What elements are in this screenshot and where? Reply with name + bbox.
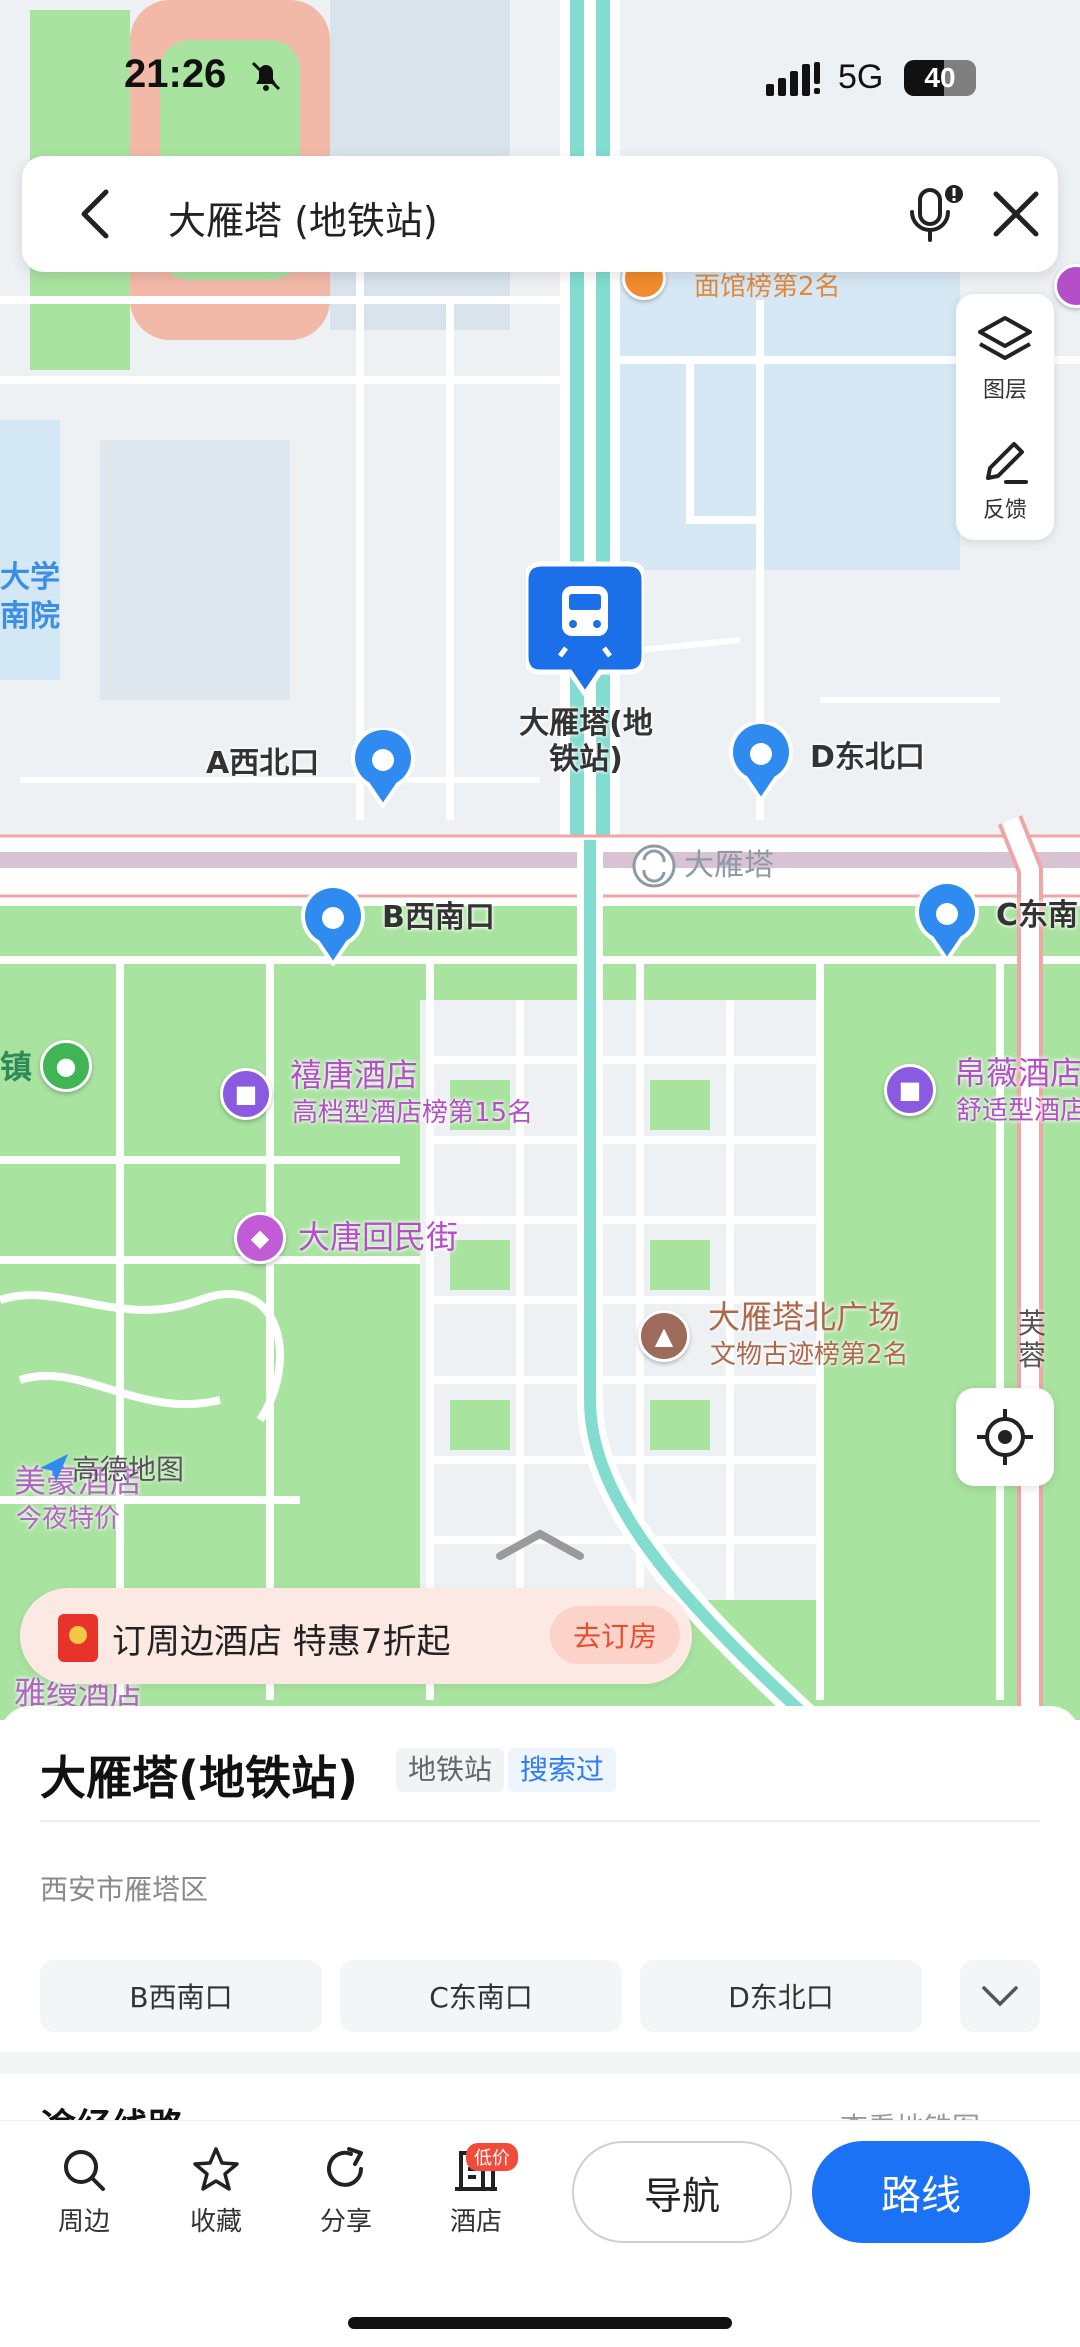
- exit-chip-c[interactable]: C东南口: [340, 1960, 622, 2032]
- favorite-label: 收藏: [189, 2207, 242, 2237]
- exit-b-label[interactable]: B西南口: [382, 900, 495, 936]
- bottom-action-bar: 周边 收藏 分享 低价 酒店 导航 路线: [0, 2120, 1080, 2347]
- exit-c-label[interactable]: C东南: [996, 898, 1078, 934]
- nearby-button[interactable]: 周边: [34, 2145, 134, 2245]
- category-tag: 地铁站: [396, 1748, 505, 1792]
- crosshair-location-icon: [977, 1409, 1033, 1465]
- route-button[interactable]: 路线: [812, 2141, 1030, 2243]
- battery-icon: 40: [904, 60, 976, 96]
- place-district: 西安市雁塔区: [40, 1873, 209, 1906]
- noodle-rank-label[interactable]: 面馆榜第2名: [694, 272, 841, 303]
- street-label[interactable]: 大唐回民街: [298, 1218, 458, 1256]
- exit-a-pin-icon[interactable]: [350, 728, 416, 808]
- star-icon: [193, 2147, 239, 2191]
- hotel3-sub: 今夜特价: [16, 1504, 121, 1534]
- status-bar: 21:26 5G 40: [0, 0, 1080, 150]
- search-icon: [64, 2150, 105, 2191]
- close-icon[interactable]: [988, 186, 1044, 242]
- station-marker-icon[interactable]: [526, 560, 644, 696]
- red-envelope-icon: [58, 1614, 98, 1662]
- network-type: 5G: [838, 58, 884, 96]
- hotel-promo-banner[interactable]: 订周边酒店 特惠7折起 去订房: [20, 1588, 692, 1684]
- search-bar[interactable]: 大雁塔 (地铁站): [22, 156, 1058, 272]
- share-button[interactable]: 分享: [296, 2145, 396, 2245]
- section-gap: [0, 2052, 1080, 2074]
- edit-pencil-icon: [986, 442, 1028, 484]
- divider: [40, 1820, 1040, 1822]
- chevron-up-icon[interactable]: [494, 1524, 586, 1564]
- hotel-icon[interactable]: ■: [220, 1068, 272, 1120]
- exit-chip-b[interactable]: B西南口: [40, 1960, 322, 2032]
- exit-b-pin-icon[interactable]: [300, 886, 366, 966]
- home-indicator[interactable]: [348, 2317, 732, 2329]
- nearby-label: 周边: [57, 2207, 110, 2237]
- locate-me-button[interactable]: [956, 1388, 1054, 1486]
- exit-c-pin-icon[interactable]: [914, 882, 980, 962]
- amap-logo-text: 高德地图: [72, 1453, 185, 1486]
- favorite-button[interactable]: 收藏: [166, 2145, 266, 2245]
- navigate-button[interactable]: 导航: [572, 2141, 792, 2243]
- promo-text: 订周边酒店 特惠7折起: [112, 1622, 451, 1662]
- hotel2-name[interactable]: 帛薇酒店: [954, 1054, 1080, 1092]
- exit-d-pin-icon[interactable]: [728, 722, 794, 802]
- searched-tag: 搜索过: [508, 1748, 617, 1792]
- amap-logo-icon: [40, 1454, 68, 1482]
- layers-label: 图层: [982, 378, 1027, 403]
- low-price-badge: 低价: [466, 2143, 518, 2171]
- hotel-label: 酒店: [449, 2207, 502, 2237]
- feedback-button[interactable]: 反馈: [956, 424, 1054, 534]
- hotel1-name[interactable]: 禧唐酒店: [290, 1056, 418, 1094]
- expand-exits-button[interactable]: [960, 1960, 1040, 2032]
- park-poi-icon[interactable]: ●: [40, 1040, 92, 1092]
- battery-level-text: 40: [924, 62, 956, 93]
- microphone-icon[interactable]: [902, 182, 966, 246]
- exit-chip-d[interactable]: D东北口: [640, 1960, 922, 2032]
- amap-logo: 高德地图: [36, 1448, 184, 1488]
- book-hotel-button[interactable]: 去订房: [550, 1606, 680, 1664]
- feedback-label: 反馈: [982, 498, 1027, 523]
- exit-d-label[interactable]: D东北口: [810, 740, 925, 776]
- place-title: 大雁塔(地铁站): [40, 1751, 359, 1805]
- hotel-icon[interactable]: ■: [884, 1064, 936, 1116]
- back-arrow-icon[interactable]: [66, 184, 126, 244]
- status-time: 21:26: [124, 52, 227, 96]
- station-map-label: 大雁塔(地 铁站): [519, 706, 653, 777]
- hotel-button[interactable]: 低价 酒店: [426, 2143, 526, 2245]
- university-label[interactable]: 大学 南院: [0, 558, 60, 636]
- town-label[interactable]: 镇: [0, 1048, 32, 1086]
- hotel1-rank: 高档型酒店榜第15名: [292, 1098, 534, 1128]
- metro-line-station-label: 大雁塔: [684, 848, 774, 883]
- layers-icon: [978, 316, 1032, 360]
- chevron-down-icon: [982, 1986, 1018, 2007]
- plaza-name[interactable]: 大雁塔北广场: [708, 1298, 900, 1336]
- map-tool-panel: 图层 反馈: [956, 294, 1054, 540]
- exit-a-label[interactable]: A西北口: [206, 746, 319, 782]
- share-label: 分享: [319, 2207, 372, 2237]
- plaza-rank: 文物古迹榜第2名: [710, 1340, 909, 1370]
- share-icon: [327, 2147, 363, 2187]
- layers-button[interactable]: 图层: [956, 304, 1054, 414]
- hotel2-rank: 舒适型酒店: [956, 1096, 1080, 1126]
- search-query[interactable]: 大雁塔 (地铁站): [168, 190, 438, 245]
- cellular-signal-icon: [766, 62, 820, 96]
- landmark-icon[interactable]: ▲: [638, 1310, 690, 1362]
- bell-muted-icon: [251, 61, 281, 91]
- shopping-bag-icon[interactable]: ◆: [234, 1212, 286, 1264]
